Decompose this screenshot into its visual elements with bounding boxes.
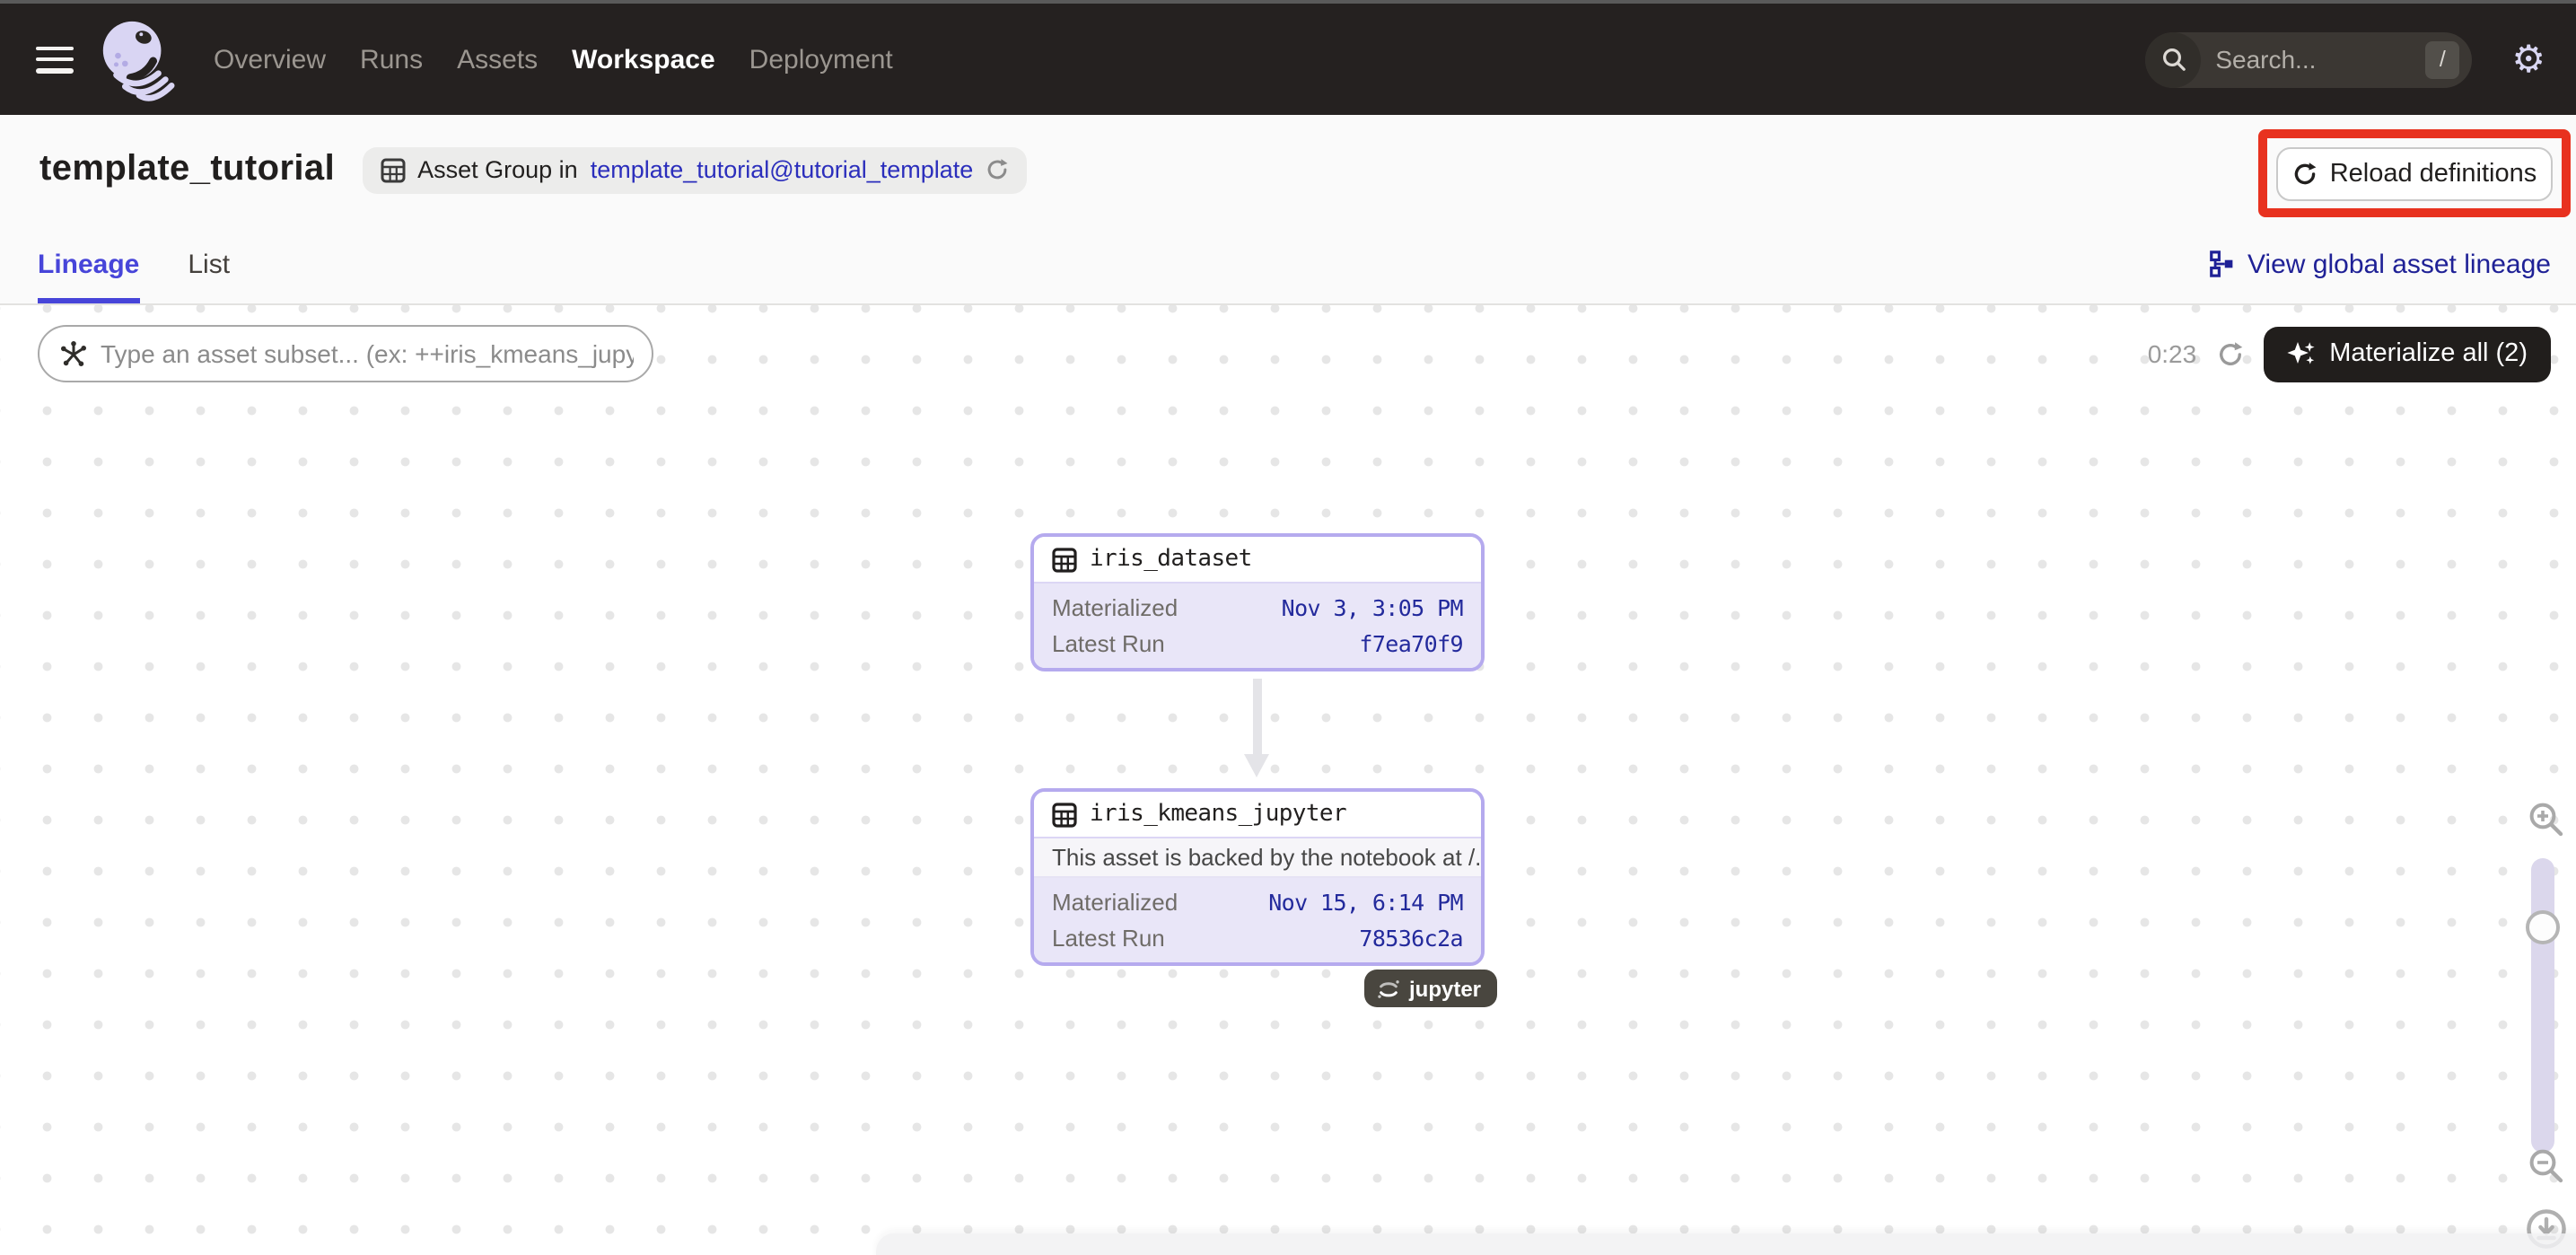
toolbar-right-group: 0:23 Materialize all (2) — [2148, 326, 2551, 382]
global-lineage-icon — [2208, 250, 2235, 278]
table-asset-icon — [1052, 802, 1077, 827]
tab-lineage[interactable]: Lineage — [38, 224, 139, 303]
asset-node-header: iris_dataset — [1034, 537, 1481, 584]
zoom-out-button[interactable] — [2528, 1147, 2565, 1185]
asset-filter[interactable] — [38, 325, 653, 382]
hamburger-menu-icon[interactable] — [36, 46, 74, 73]
latest-run-label: Latest Run — [1052, 924, 1165, 951]
asset-description: This asset is backed by the notebook at … — [1034, 838, 1481, 878]
latest-run-label: Latest Run — [1052, 629, 1165, 656]
refresh-icon[interactable] — [2216, 340, 2243, 367]
lineage-canvas[interactable]: 0:23 Materialize all (2) — [0, 305, 2576, 1255]
materialize-sparkle-icon — [2286, 339, 2315, 368]
nav-item-workspace[interactable]: Workspace — [572, 44, 715, 75]
materialized-label: Materialized — [1052, 888, 1178, 915]
asset-name: iris_kmeans_jupyter — [1090, 801, 1346, 828]
latest-run-id[interactable]: 78536c2a — [1359, 924, 1463, 951]
nav-item-overview[interactable]: Overview — [214, 44, 326, 75]
compute-kind-tag-jupyter[interactable]: jupyter — [1364, 970, 1497, 1007]
nav-item-assets[interactable]: Assets — [457, 44, 538, 75]
app-window: Overview Runs Assets Workspace Deploymen… — [0, 0, 2576, 1255]
gear-icon[interactable]: ⚙ — [2511, 40, 2545, 78]
zoom-in-button[interactable] — [2528, 801, 2565, 838]
asset-node-stats: Materialized Nov 15, 6:14 PM Latest Run … — [1034, 878, 1481, 962]
page-header: template_tutorial Asset Group in templat… — [0, 115, 2576, 224]
asset-filter-input[interactable] — [101, 339, 634, 368]
asset-group-badge: Asset Group in template_tutorial@tutoria… — [362, 146, 1027, 193]
global-search[interactable]: / — [2145, 31, 2472, 87]
asset-node-stats: Materialized Nov 3, 3:05 PM Latest Run f… — [1034, 584, 1481, 668]
materialize-all-button[interactable]: Materialize all (2) — [2263, 326, 2551, 382]
badge-refresh-icon[interactable] — [986, 158, 1009, 181]
view-tabbar: Lineage List View global asset lineage — [0, 224, 2576, 305]
zoom-slider-track[interactable] — [2531, 858, 2554, 1153]
nav-item-runs[interactable]: Runs — [360, 44, 423, 75]
search-shortcut-key: / — [2425, 40, 2459, 78]
latest-run-id[interactable]: f7ea70f9 — [1359, 629, 1463, 656]
refresh-countdown: 0:23 — [2148, 339, 2197, 368]
bottom-panel-edge — [876, 1233, 2576, 1255]
asset-name: iris_dataset — [1090, 546, 1252, 573]
asset-graph-icon — [59, 339, 88, 368]
materialized-label: Materialized — [1052, 593, 1178, 620]
top-navbar: Overview Runs Assets Workspace Deploymen… — [0, 4, 2576, 115]
reload-icon — [2292, 161, 2318, 186]
table-asset-icon — [1052, 547, 1077, 572]
red-annotation-box: Reload definitions — [2258, 129, 2571, 217]
search-input[interactable] — [2201, 45, 2425, 74]
jupyter-icon — [1377, 976, 1400, 1001]
asset-group-icon — [380, 157, 405, 182]
nav-item-deployment[interactable]: Deployment — [749, 44, 893, 75]
graph-toolbar: 0:23 Materialize all (2) — [38, 325, 2551, 382]
asset-node-iris-dataset[interactable]: iris_dataset Materialized Nov 3, 3:05 PM… — [1030, 533, 1485, 671]
asset-group-link[interactable]: template_tutorial@tutorial_template — [591, 156, 974, 183]
primary-nav: Overview Runs Assets Workspace Deploymen… — [214, 44, 893, 75]
zoom-slider-handle[interactable] — [2526, 910, 2560, 944]
materialized-timestamp[interactable]: Nov 3, 3:05 PM — [1282, 593, 1463, 620]
page-title: template_tutorial — [39, 149, 335, 190]
asset-node-header: iris_kmeans_jupyter — [1034, 792, 1481, 838]
tab-list[interactable]: List — [188, 224, 230, 303]
asset-node-iris-kmeans-jupyter[interactable]: iris_kmeans_jupyter This asset is backed… — [1030, 788, 1485, 966]
materialized-timestamp[interactable]: Nov 15, 6:14 PM — [1268, 888, 1463, 915]
search-icon — [2145, 31, 2201, 87]
asset-group-prefix: Asset Group in — [417, 156, 578, 183]
dagster-logo-icon[interactable] — [95, 14, 180, 104]
view-global-asset-lineage-link[interactable]: View global asset lineage — [2208, 224, 2551, 303]
reload-definitions-button[interactable]: Reload definitions — [2276, 146, 2553, 200]
